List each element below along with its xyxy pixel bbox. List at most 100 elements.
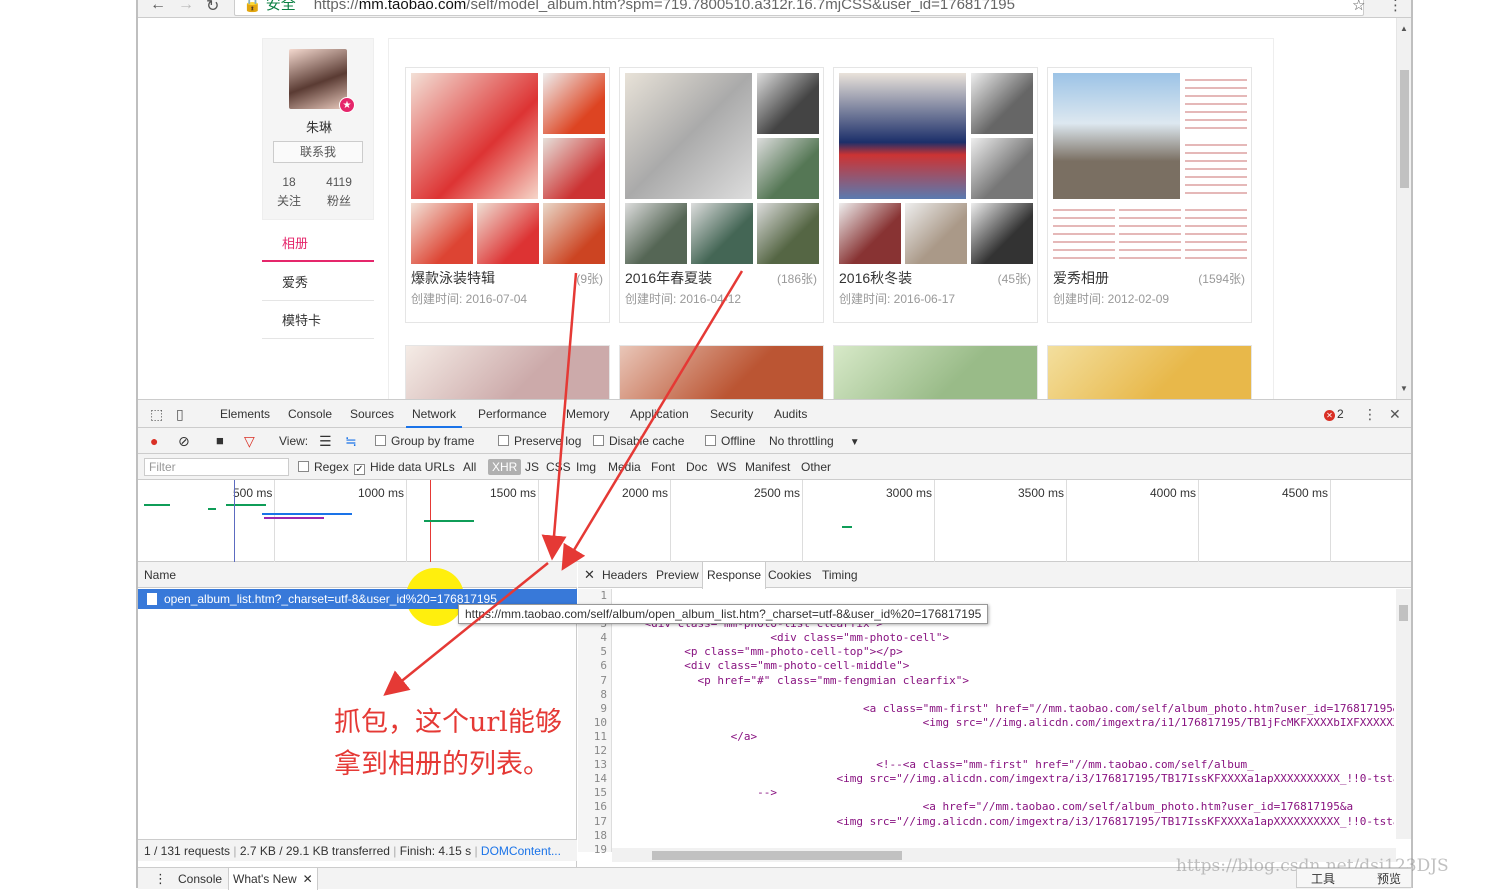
tab-elements[interactable]: Elements bbox=[214, 400, 276, 428]
page-scrollbar[interactable]: ▲ ▼ bbox=[1396, 18, 1411, 399]
code-line: <img src="//img.alicdn.com/imgextra/i1/1… bbox=[618, 715, 1394, 729]
album-card[interactable]: 2016秋冬装 (45张) 创建时间: 2016-06-17 bbox=[833, 67, 1038, 323]
waterfall-icon[interactable]: ≒ bbox=[345, 428, 357, 454]
lock-icon: 🔒 bbox=[243, 0, 262, 13]
browser-window: ← → ↻ 🔒 安全 https://mm.taobao.com/self/mode… bbox=[138, 0, 1411, 890]
drawer-menu-icon[interactable]: ⋮ bbox=[150, 868, 171, 890]
album-card[interactable] bbox=[619, 345, 824, 399]
album-card[interactable]: 爱秀相册 (1594张) 创建时间: 2012-02-09 bbox=[1047, 67, 1252, 323]
filter-manifest[interactable]: Manifest bbox=[745, 454, 790, 480]
filter-media[interactable]: Media bbox=[608, 454, 641, 480]
fans-stat[interactable]: 4119 粉丝 bbox=[319, 175, 359, 209]
tools-button[interactable]: 工具 bbox=[1311, 870, 1335, 888]
filter-input[interactable]: Filter bbox=[144, 458, 289, 476]
filter-xhr[interactable]: XHR bbox=[488, 459, 522, 475]
close-devtools-icon[interactable]: ✕ bbox=[1389, 406, 1401, 423]
sidebar-item-album[interactable]: 相册 bbox=[262, 226, 374, 262]
throttling-select[interactable]: No throttling ▼ bbox=[769, 428, 860, 454]
filter-all[interactable]: All bbox=[463, 454, 476, 480]
contact-button[interactable]: 联系我 bbox=[273, 141, 363, 163]
inspect-icon[interactable]: ⬚ bbox=[150, 406, 163, 423]
line-number: 11 bbox=[593, 729, 607, 743]
clear-icon[interactable]: ⊘ bbox=[178, 428, 190, 454]
sidebar-item-model-card[interactable]: 模特卡 bbox=[262, 303, 374, 339]
line-number: 4 bbox=[600, 631, 607, 645]
line-number: 7 bbox=[600, 673, 607, 687]
browser-menu-icon[interactable]: ⋮ bbox=[1388, 0, 1403, 14]
forward-icon[interactable]: → bbox=[178, 0, 194, 14]
tab-preview[interactable]: Preview bbox=[652, 562, 703, 588]
disable-cache-checkbox[interactable]: Disable cache bbox=[593, 428, 684, 454]
sidebar-item-show[interactable]: 爱秀 bbox=[262, 265, 374, 301]
timeline-tick-label: 1000 ms bbox=[358, 486, 405, 500]
record-icon[interactable]: ● bbox=[150, 428, 158, 454]
name-column-header[interactable]: Name bbox=[138, 562, 577, 588]
code-vertical-scrollbar[interactable] bbox=[1396, 589, 1411, 839]
filter-font[interactable]: Font bbox=[651, 454, 675, 480]
tab-headers[interactable]: Headers bbox=[598, 562, 651, 588]
device-toolbar-icon[interactable]: ▯ bbox=[176, 406, 184, 423]
code-line: <p class="mm-photo-cell-top"></p> bbox=[618, 645, 903, 659]
network-status-bar: 1 / 131 requests | 2.7 KB / 29.1 KB tran… bbox=[138, 839, 577, 861]
album-card[interactable] bbox=[1047, 345, 1252, 399]
response-code[interactable]: <div class="mm-photo-list clearfix"> <di… bbox=[618, 589, 1394, 852]
filter-js[interactable]: JS bbox=[525, 454, 539, 480]
scroll-up-icon[interactable]: ▲ bbox=[1400, 24, 1408, 33]
preserve-log-checkbox[interactable]: Preserve log bbox=[498, 428, 581, 454]
back-icon[interactable]: ← bbox=[150, 0, 166, 14]
timeline-tick-label: 1500 ms bbox=[490, 486, 537, 500]
drawer-tab-whats-new[interactable]: What's New ✕ bbox=[228, 868, 318, 890]
capture-screenshots-icon[interactable]: ■ bbox=[216, 428, 224, 454]
close-response-icon[interactable]: ✕ bbox=[580, 562, 599, 588]
large-rows-icon[interactable]: ☰ bbox=[319, 428, 332, 454]
filter-other[interactable]: Other bbox=[801, 454, 831, 480]
tab-cookies[interactable]: Cookies bbox=[764, 562, 815, 588]
album-card[interactable]: 2016年春夏装 (186张) 创建时间: 2016-04-12 bbox=[619, 67, 824, 323]
error-icon: ✕ bbox=[1324, 410, 1335, 421]
tab-sources[interactable]: Sources bbox=[344, 400, 400, 428]
filter-ws[interactable]: WS bbox=[717, 454, 736, 480]
line-number: 8 bbox=[600, 687, 607, 701]
album-card[interactable]: 爆款泳装特辑 (9张) 创建时间: 2016-07-04 bbox=[405, 67, 610, 323]
url-input[interactable]: 🔒 安全 https://mm.taobao.com/self/model_albu… bbox=[234, 0, 1364, 16]
album-card[interactable] bbox=[405, 345, 610, 399]
reload-icon[interactable]: ↻ bbox=[206, 0, 219, 16]
line-number: 17 bbox=[593, 814, 607, 828]
hide-data-urls-checkbox[interactable]: Hide data URLs bbox=[354, 454, 455, 480]
tab-network[interactable]: Network bbox=[406, 400, 463, 428]
following-stat[interactable]: 18 关注 bbox=[269, 175, 309, 209]
filter-doc[interactable]: Doc bbox=[686, 454, 707, 480]
tab-memory[interactable]: Memory bbox=[560, 400, 615, 428]
regex-checkbox[interactable]: Regex bbox=[298, 454, 349, 480]
album-date: 创建时间: 2016-04-12 bbox=[625, 292, 742, 306]
bookmark-star-icon[interactable]: ☆ bbox=[1352, 0, 1365, 14]
devtools-menu-icon[interactable]: ⋮ bbox=[1363, 406, 1377, 423]
album-title: 2016秋冬装 bbox=[839, 270, 913, 286]
filter-css[interactable]: CSS bbox=[546, 454, 571, 480]
tab-application[interactable]: Application bbox=[624, 400, 695, 428]
tab-timing[interactable]: Timing bbox=[818, 562, 862, 588]
filter-bar: Filter Regex Hide data URLs All XHR JS C… bbox=[138, 454, 1411, 480]
tab-response[interactable]: Response bbox=[702, 562, 767, 589]
group-by-frame-checkbox[interactable]: Group by frame bbox=[375, 428, 474, 454]
close-icon[interactable]: ✕ bbox=[303, 872, 313, 886]
tab-security[interactable]: Security bbox=[704, 400, 759, 428]
network-timeline-overview[interactable]: 500 ms 1000 ms 1500 ms 2000 ms 2500 ms 3… bbox=[138, 480, 1411, 562]
album-card[interactable] bbox=[833, 345, 1038, 399]
drawer-tab-console[interactable]: Console bbox=[174, 868, 226, 890]
error-badge[interactable]: ✕ 2 bbox=[1324, 407, 1344, 421]
offline-checkbox[interactable]: Offline bbox=[705, 428, 755, 454]
tab-audits[interactable]: Audits bbox=[768, 400, 813, 428]
preview-button[interactable]: 预览 bbox=[1377, 870, 1401, 888]
album-title: 爆款泳装特辑 bbox=[411, 270, 495, 286]
code-line: <p href="#" class="mm-fengmian clearfix"… bbox=[618, 673, 969, 687]
album-count: (1594张) bbox=[1198, 272, 1245, 286]
tab-console[interactable]: Console bbox=[282, 400, 338, 428]
line-number: 18 bbox=[593, 828, 607, 842]
avatar[interactable] bbox=[289, 49, 347, 109]
filter-img[interactable]: Img bbox=[576, 454, 596, 480]
tab-performance[interactable]: Performance bbox=[472, 400, 553, 428]
filter-icon[interactable]: ▽ bbox=[244, 428, 255, 454]
scroll-down-icon[interactable]: ▼ bbox=[1400, 384, 1408, 393]
line-number: 14 bbox=[593, 772, 607, 786]
